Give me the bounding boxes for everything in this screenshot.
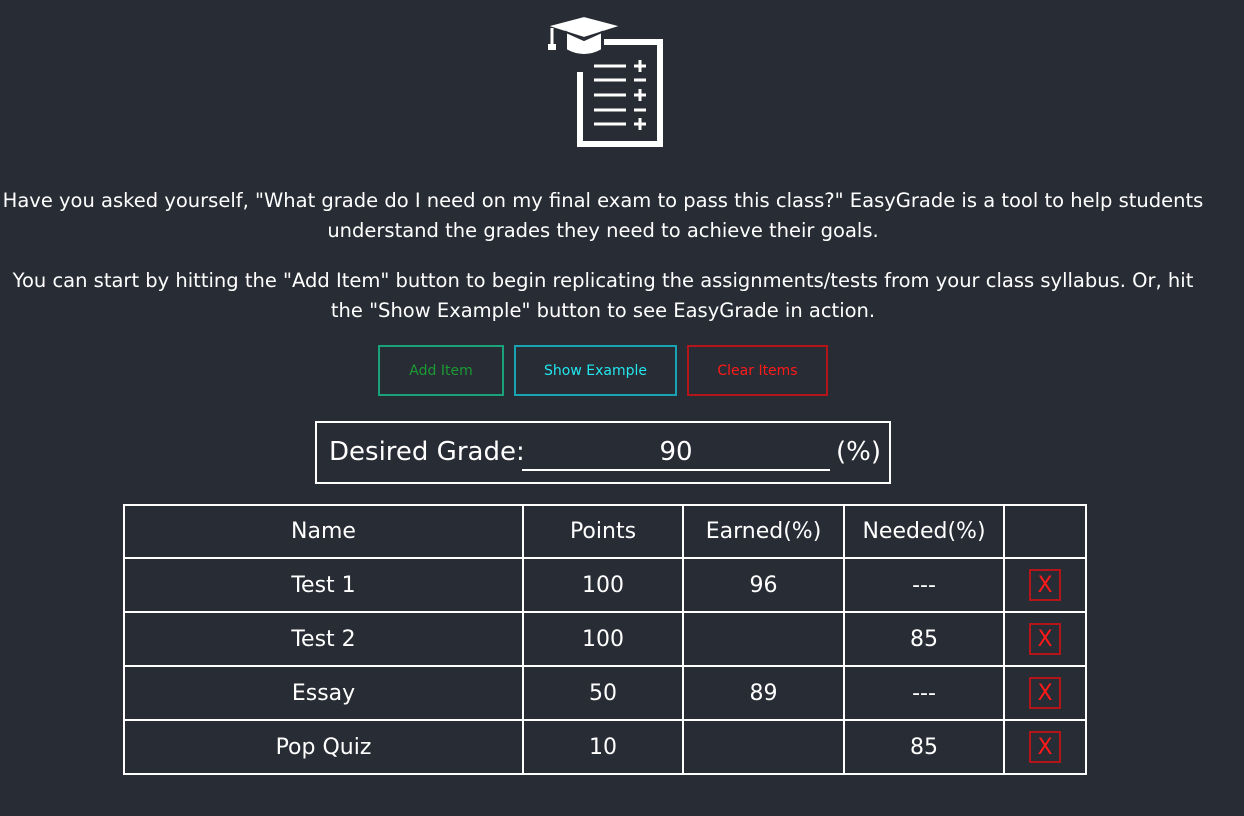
row-needed: 85 [843, 611, 1005, 667]
row-earned [682, 719, 845, 775]
row-needed: --- [843, 665, 1005, 721]
delete-row-button[interactable]: X [1029, 731, 1061, 763]
header-name: Name [123, 504, 524, 559]
desired-grade-label: Desired Grade: [329, 437, 525, 467]
header-earned: Earned(%) [682, 504, 845, 559]
desired-grade-unit: (%) [836, 437, 881, 467]
row-points: 100 [522, 611, 684, 667]
header-actions [1003, 504, 1087, 559]
row-points: 50 [522, 665, 684, 721]
row-name: Pop Quiz [123, 719, 524, 775]
desired-grade-input[interactable] [522, 435, 830, 471]
table-row: Pop Quiz 10 85 X [123, 719, 1087, 775]
intro-paragraph-1: Have you asked yourself, "What grade do … [2, 189, 1204, 242]
header-points: Points [522, 504, 684, 559]
table-row: Test 2 100 85 X [123, 611, 1087, 667]
row-needed: 85 [843, 719, 1005, 775]
row-name: Test 2 [123, 611, 524, 667]
row-needed: --- [843, 557, 1005, 613]
row-actions: X [1003, 665, 1087, 721]
row-earned [682, 611, 845, 667]
row-actions: X [1003, 557, 1087, 613]
graduation-cap-clipboard-icon [544, 14, 663, 147]
show-example-button[interactable]: Show Example [514, 345, 677, 396]
row-earned: 89 [682, 665, 845, 721]
row-name: Essay [123, 665, 524, 721]
row-points: 100 [522, 557, 684, 613]
intro-paragraph-2: You can start by hitting the "Add Item" … [12, 269, 1194, 322]
add-item-button[interactable]: Add Item [378, 345, 504, 396]
delete-row-button[interactable]: X [1029, 623, 1061, 655]
row-earned: 96 [682, 557, 845, 613]
table-header-row: Name Points Earned(%) Needed(%) [123, 504, 1087, 559]
row-points: 10 [522, 719, 684, 775]
row-name: Test 1 [123, 557, 524, 613]
table-row: Test 1 100 96 --- X [123, 557, 1087, 613]
header-needed: Needed(%) [843, 504, 1005, 559]
row-actions: X [1003, 719, 1087, 775]
delete-row-button[interactable]: X [1029, 677, 1061, 709]
row-actions: X [1003, 611, 1087, 667]
clear-items-button[interactable]: Clear Items [687, 345, 828, 396]
easygrade-page: Have you asked yourself, "What grade do … [0, 0, 1244, 816]
table-row: Essay 50 89 --- X [123, 665, 1087, 721]
delete-row-button[interactable]: X [1029, 569, 1061, 601]
desired-grade-box: Desired Grade: (%) [315, 421, 891, 484]
grades-table: Name Points Earned(%) Needed(%) Test 1 1… [123, 504, 1087, 775]
